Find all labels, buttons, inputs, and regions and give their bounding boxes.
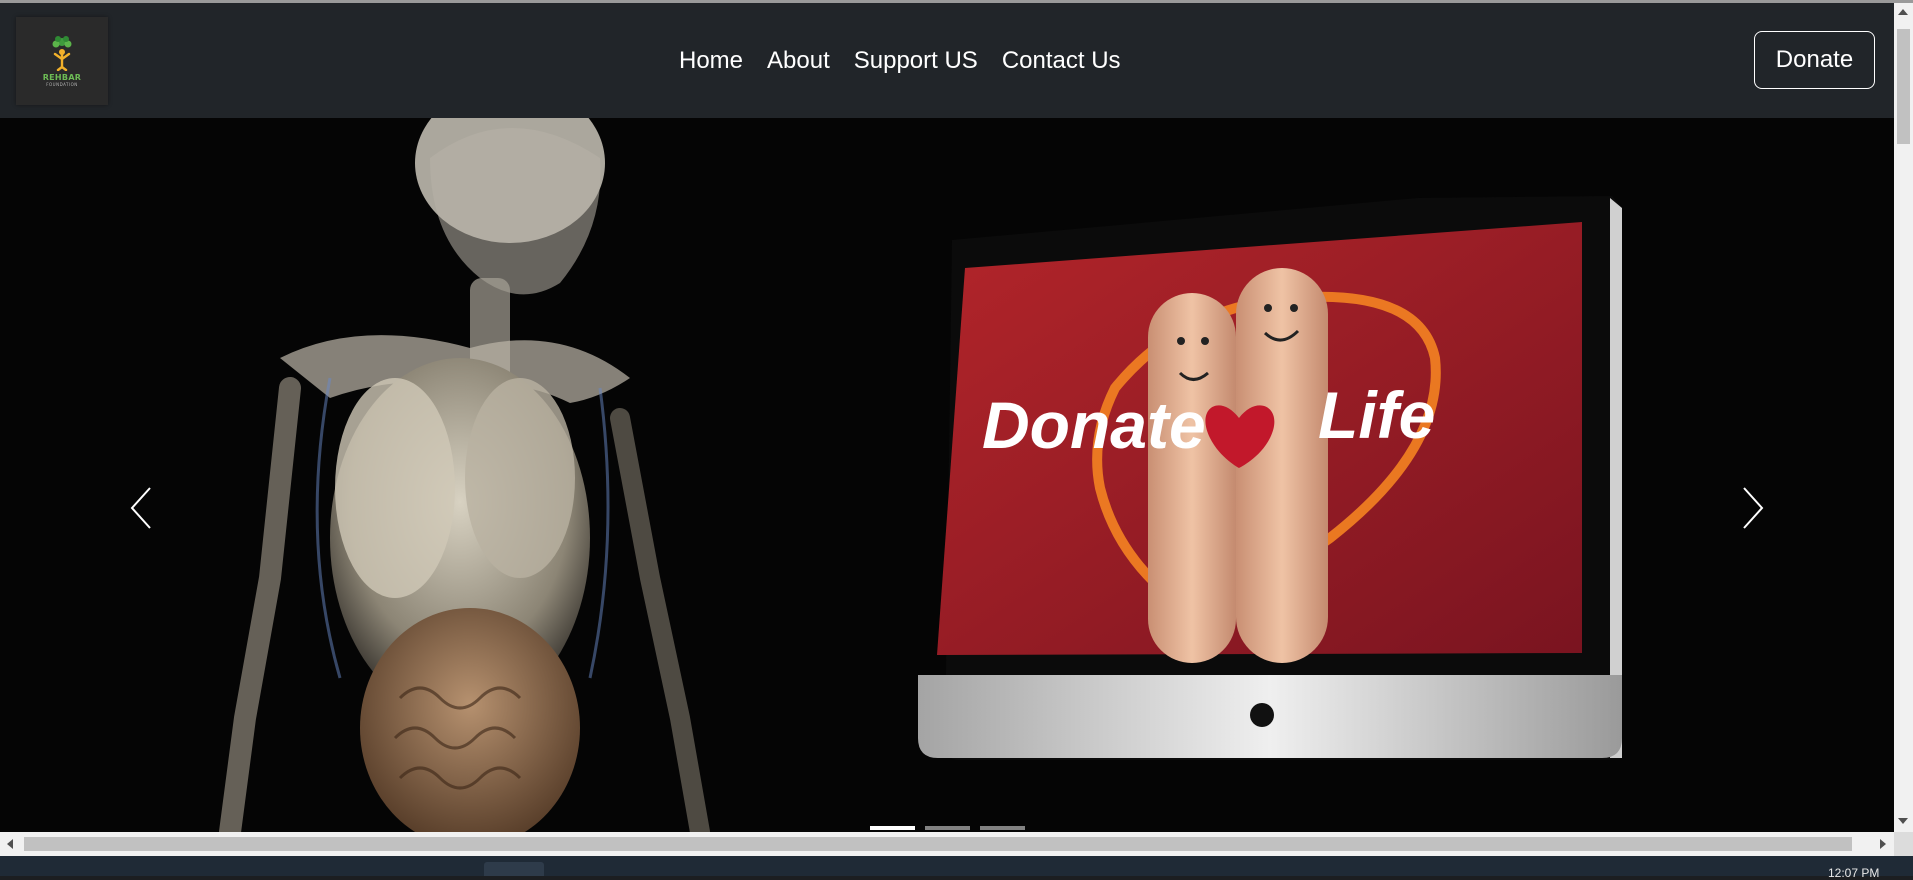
carousel-slide-image: Donate Life [219,118,1622,832]
chevron-right-icon [1743,487,1764,529]
hero-carousel: Donate Life [0,118,1894,832]
vertical-scrollbar[interactable] [1894,3,1913,832]
chevron-left-icon [130,487,151,529]
nav-contact-us[interactable]: Contact Us [1002,46,1121,76]
slide-text-life: Life [1318,378,1435,452]
carousel-indicator-3[interactable] [980,826,1025,830]
tree-person-icon [52,36,72,71]
nav-support-us[interactable]: Support US [854,46,978,76]
scroll-up-icon[interactable] [1898,9,1908,15]
scroll-right-icon[interactable] [1880,839,1886,849]
taskbar-clock: 12:07 PM [1828,866,1880,880]
taskbar-app-icon[interactable] [484,862,544,876]
scrollbar-corner [1894,832,1913,856]
carousel-indicator-1[interactable] [870,826,915,830]
carousel-indicators [870,826,1025,830]
donate-button[interactable]: Donate [1754,31,1875,89]
navbar: REHBAR FOUNDATION Home About Support US … [0,3,1894,118]
horizontal-scroll-thumb[interactable] [24,837,1852,851]
logo-name: REHBAR [42,73,82,82]
carousel-next-button[interactable] [1722,458,1782,558]
carousel-indicator-2[interactable] [925,826,970,830]
logo-tagline: FOUNDATION [46,82,78,87]
nav-about[interactable]: About [767,46,830,76]
horizontal-scrollbar[interactable] [0,832,1894,856]
nav-home[interactable]: Home [679,46,743,76]
scroll-down-icon[interactable] [1898,818,1908,824]
anatomy-figure [219,118,710,832]
site-logo[interactable]: REHBAR FOUNDATION [16,17,108,105]
scroll-left-icon[interactable] [7,839,13,849]
vertical-scroll-thumb[interactable] [1897,29,1910,144]
monitor-graphic: Donate Life [918,196,1622,760]
taskbar: 12:07 PM [0,856,1913,880]
carousel-prev-button[interactable] [110,458,170,558]
slide-text-donate: Donate [982,388,1206,462]
main-nav: Home About Support US Contact Us [679,46,1121,76]
